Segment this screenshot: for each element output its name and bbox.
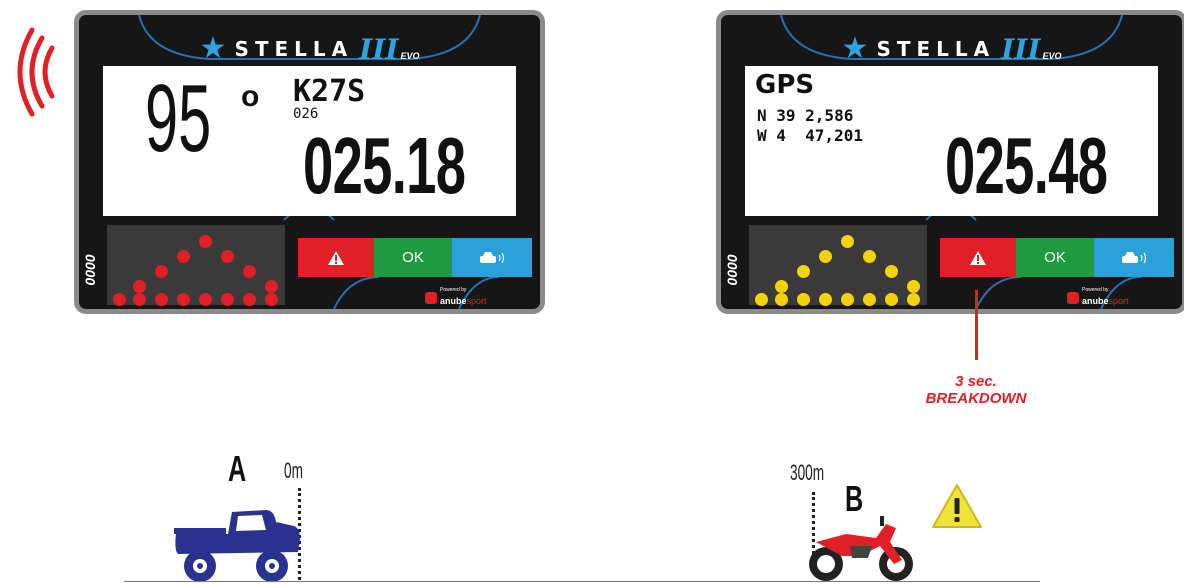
car-signal-icon xyxy=(1122,251,1147,263)
star-logo-icon: ★ xyxy=(841,32,869,65)
anubesport-logo-icon xyxy=(1067,292,1079,304)
led-dot xyxy=(155,293,168,306)
anubesport-logo-icon xyxy=(425,292,437,304)
ground-line xyxy=(124,581,1040,582)
led-dot xyxy=(177,250,190,263)
truck-icon xyxy=(174,510,300,582)
powered-by-text: Powered by xyxy=(440,287,467,293)
ok-button[interactable]: OK xyxy=(1016,238,1094,277)
led-arrow-panel xyxy=(749,225,927,306)
brand-logo: ★ STELLA III EVO xyxy=(79,32,540,66)
brand-suffix: EVO xyxy=(400,51,420,61)
led-dot xyxy=(863,293,876,306)
powered-name-1: anube xyxy=(440,296,467,306)
led-dot xyxy=(177,293,190,306)
alert-button[interactable] xyxy=(940,238,1016,277)
stella-device-left: ★ STELLA III EVO 95 o K27S 026 025.18 00… xyxy=(74,10,545,314)
waypoint-code: K27S xyxy=(293,74,366,109)
led-dot xyxy=(775,280,788,293)
led-dot xyxy=(907,280,920,293)
led-dot xyxy=(819,250,832,263)
callout-line xyxy=(975,290,978,360)
brand-name: STELLA xyxy=(876,37,996,61)
powered-name-2: sport xyxy=(1108,296,1129,306)
heading-value: 95 xyxy=(145,66,212,172)
degree-symbol: o xyxy=(241,80,260,113)
led-dot xyxy=(797,293,810,306)
brand-version: III xyxy=(359,32,399,66)
led-dot xyxy=(265,280,278,293)
led-dot xyxy=(797,265,810,278)
led-dot xyxy=(221,293,234,306)
stella-device-right: ★ STELLA III EVO GPS N 39 2,586 W 4 47,2… xyxy=(716,10,1184,314)
led-dot xyxy=(133,280,146,293)
led-dot xyxy=(907,293,920,306)
led-dot xyxy=(113,293,126,306)
led-dot xyxy=(863,250,876,263)
led-dot xyxy=(199,293,212,306)
led-dot xyxy=(841,235,854,248)
warning-triangle-icon xyxy=(970,250,986,265)
led-dot xyxy=(885,293,898,306)
brand-version: III xyxy=(1001,32,1041,66)
signal-waves-icon xyxy=(17,27,55,117)
ok-button[interactable]: OK xyxy=(374,238,452,277)
motorbike-icon xyxy=(809,516,913,581)
point-b-distance: 300m xyxy=(790,460,825,485)
star-logo-icon: ★ xyxy=(199,32,227,65)
callout-line-2: BREAKDOWN xyxy=(925,390,1027,407)
point-a-label: A xyxy=(228,448,247,489)
longitude: W 4 47,201 xyxy=(757,126,863,145)
led-dot xyxy=(243,293,256,306)
led-dot xyxy=(775,293,788,306)
breakdown-callout: 3 sec. BREAKDOWN xyxy=(900,373,1052,407)
led-dot xyxy=(885,265,898,278)
car-signal-button[interactable] xyxy=(452,238,532,277)
brand-logo: ★ STELLA III EVO xyxy=(721,32,1182,66)
led-dot xyxy=(221,250,234,263)
led-dot xyxy=(133,293,146,306)
brand-suffix: EVO xyxy=(1042,51,1062,61)
waypoint-subcode: 026 xyxy=(293,106,319,122)
powered-by-logo: Powered by anubesport xyxy=(425,287,487,308)
led-arrow-panel xyxy=(107,225,285,306)
led-dot xyxy=(819,293,832,306)
brand-name: STELLA xyxy=(234,37,354,61)
display-screen: 95 o K27S 026 025.18 xyxy=(103,66,516,216)
powered-by-text: Powered by xyxy=(1082,287,1109,293)
led-dot xyxy=(841,293,854,306)
mode-label: GPS xyxy=(755,70,815,100)
led-dot xyxy=(755,293,768,306)
warning-triangle-icon xyxy=(328,250,344,265)
car-signal-button[interactable] xyxy=(1094,238,1174,277)
powered-name-2: sport xyxy=(466,296,487,306)
distance-value: 025.48 xyxy=(945,121,1108,210)
callout-line-1: 3 sec. xyxy=(955,373,997,390)
latitude: N 39 2,586 xyxy=(757,106,854,125)
counter: 0000 xyxy=(724,254,740,286)
led-dot xyxy=(155,265,168,278)
alert-button[interactable] xyxy=(298,238,374,277)
powered-name-1: anube xyxy=(1082,296,1109,306)
led-dot xyxy=(265,293,278,306)
led-dot xyxy=(243,265,256,278)
led-dot xyxy=(199,235,212,248)
point-a-distance: 0m xyxy=(284,458,303,483)
car-signal-icon xyxy=(480,251,505,263)
counter: 0000 xyxy=(82,254,98,286)
powered-by-logo: Powered by anubesport xyxy=(1067,287,1129,308)
warning-triangle-icon xyxy=(932,484,982,528)
display-screen: GPS N 39 2,586 W 4 47,201 025.48 xyxy=(745,66,1158,216)
distance-value: 025.18 xyxy=(303,121,466,210)
